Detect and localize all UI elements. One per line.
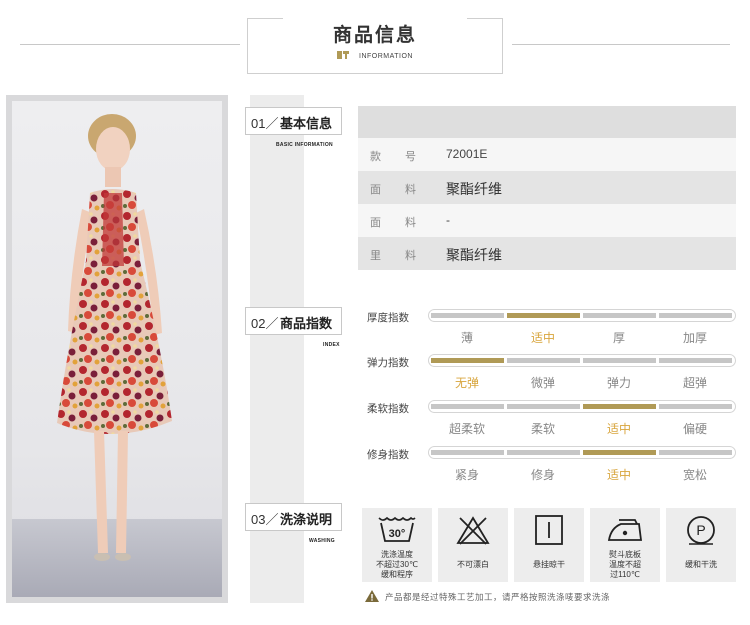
wash-card-hang-dry: 悬挂晾干 xyxy=(514,508,584,582)
wash-card-temperature: 30° 洗涤温度 不超过30℃ 缓和程序 xyxy=(362,508,432,582)
wash-card-no-bleach: 不可漂白 xyxy=(438,508,508,582)
model-illustration xyxy=(57,114,172,561)
index-option: 超弹 xyxy=(682,376,707,390)
product-photo-frame xyxy=(6,95,228,603)
index-segment xyxy=(659,358,732,363)
index-option: 偏硬 xyxy=(682,422,707,436)
care-warning: 产品都是经过特殊工艺加工，请严格按照洗涤唛要求洗涤 xyxy=(365,590,610,603)
table-row: 款号 72001E xyxy=(358,138,736,171)
index-segment-selected xyxy=(583,450,656,455)
section-basic-label: 01／ 基本信息 xyxy=(245,107,342,135)
index-option: 宽松 xyxy=(682,468,707,482)
section-washing-label: 03／ 洗涤说明 xyxy=(245,503,342,531)
iron-low-icon xyxy=(607,519,643,541)
index-label: 修身指数 xyxy=(367,449,409,461)
index-segment xyxy=(507,450,580,455)
index-option: 弹力 xyxy=(606,376,631,390)
header-divider-right xyxy=(512,44,730,45)
index-option: 厚 xyxy=(612,331,625,345)
index-option: 超柔软 xyxy=(448,422,485,436)
index-option: 柔软 xyxy=(530,422,555,436)
wash-30-icon: 30° xyxy=(378,516,416,542)
index-option: 适中 xyxy=(606,422,631,436)
index-option: 微弹 xyxy=(530,376,555,390)
dry-clean-p-icon: P xyxy=(687,516,715,545)
index-segment-selected xyxy=(583,404,656,409)
logo-mark-icon xyxy=(337,51,349,59)
index-segment xyxy=(507,404,580,409)
index-segment-selected xyxy=(507,313,580,318)
table-header xyxy=(358,106,736,138)
index-segment xyxy=(659,404,732,409)
section-washing-sub: WASHING xyxy=(309,538,335,544)
index-option: 薄 xyxy=(460,331,473,345)
wash-card-iron: 熨斗底板 温度不超 过110℃ xyxy=(590,508,660,582)
index-option: 加厚 xyxy=(682,331,707,345)
warning-icon xyxy=(365,590,379,602)
index-label: 柔软指数 xyxy=(367,403,409,415)
index-segment xyxy=(583,313,656,318)
index-segment xyxy=(507,358,580,363)
index-segment xyxy=(431,313,504,318)
section-basic-sub: BASIC INFORMATION xyxy=(276,142,333,148)
index-segment xyxy=(659,313,732,318)
index-option: 无弹 xyxy=(454,376,479,390)
index-option: 适中 xyxy=(606,468,631,482)
index-segment xyxy=(431,404,504,409)
header-frame: 商品信息 INFORMATION xyxy=(247,18,503,74)
product-photo xyxy=(12,101,222,597)
page-title: 商品信息 xyxy=(332,25,417,46)
index-segment xyxy=(583,358,656,363)
basic-info-table: 款号 72001E 面料 聚酯纤维 面料 - 里料 聚酯纤维 xyxy=(358,106,736,270)
wash-card-dry-clean: P 缓和干洗 xyxy=(666,508,736,582)
table-row: 里料 聚酯纤维 xyxy=(358,237,736,270)
index-label: 厚度指数 xyxy=(367,312,409,324)
hang-dry-icon xyxy=(535,515,563,545)
index-segment xyxy=(431,450,504,455)
index-option: 紧身 xyxy=(454,468,479,482)
section-index-label: 02／ 商品指数 xyxy=(245,307,342,335)
svg-text:P: P xyxy=(696,522,705,538)
svg-text:30°: 30° xyxy=(389,528,406,540)
index-label: 弹力指数 xyxy=(367,357,409,369)
no-bleach-icon xyxy=(456,516,490,545)
index-segment-selected xyxy=(431,358,504,363)
table-row: 面料 - xyxy=(358,204,736,237)
section-index-sub: INDEX xyxy=(323,342,340,348)
page-subtitle: INFORMATION xyxy=(248,51,502,60)
index-segment xyxy=(659,450,732,455)
index-option: 修身 xyxy=(530,468,555,482)
header-divider-left xyxy=(20,44,240,45)
table-row: 面料 聚酯纤维 xyxy=(358,171,736,204)
index-option: 适中 xyxy=(530,331,555,345)
